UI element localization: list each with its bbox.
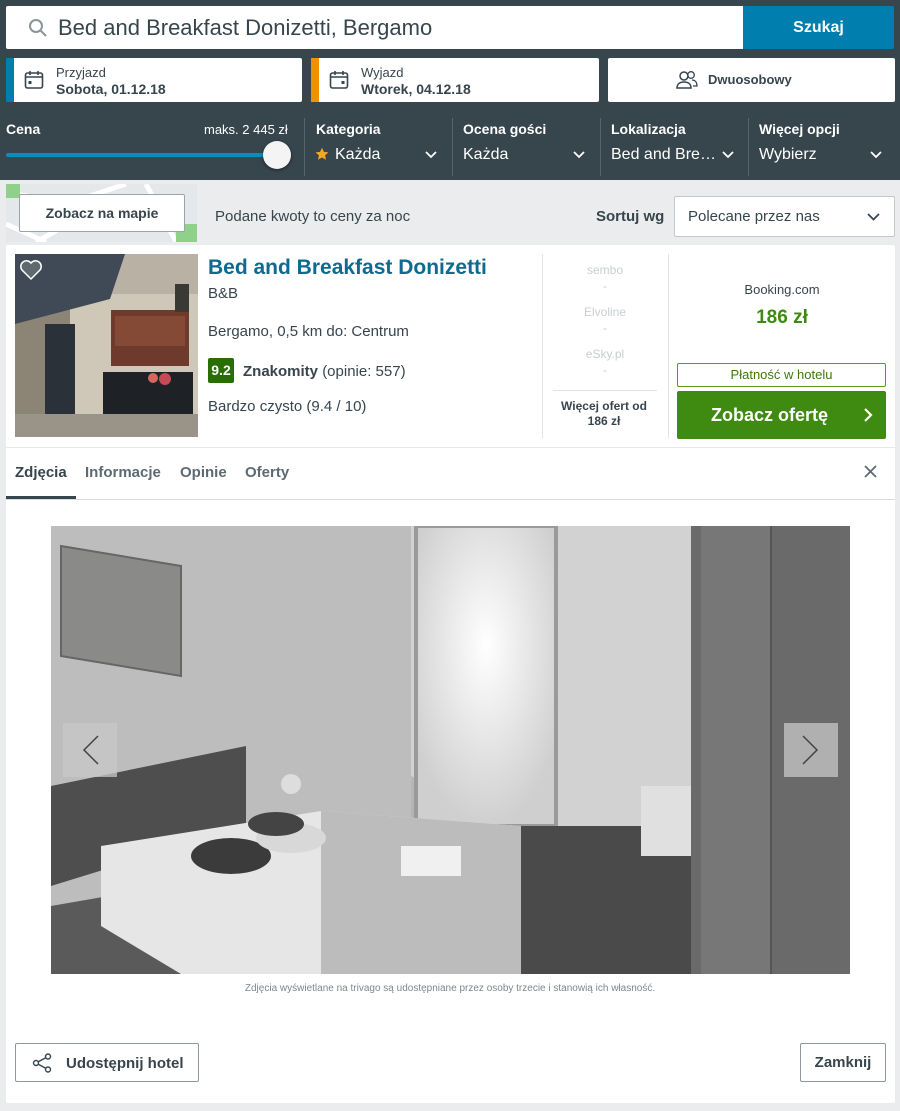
divider <box>668 254 669 438</box>
search-query: Bed and Breakfast Donizetti, Bergamo <box>58 15 433 40</box>
checkin-field[interactable]: Przyjazd Sobota, 01.12.18 <box>6 58 302 102</box>
close-icon[interactable] <box>863 464 878 479</box>
gallery-photo <box>51 526 850 974</box>
checkin-label: Przyjazd <box>56 65 106 80</box>
cleanliness-rating: Bardzo czysto (9.4 / 10) <box>208 398 367 415</box>
tab-offers[interactable]: Oferty <box>245 464 289 481</box>
rating-filter-value[interactable]: Każda <box>463 146 508 164</box>
alt-offer-price: - <box>603 321 607 335</box>
room-type-field[interactable]: Dwuosobowy <box>608 58 895 102</box>
sort-label: Sortuj wg <box>596 208 665 225</box>
sort-select[interactable]: Polecane przez nas <box>674 196 895 237</box>
checkout-accent <box>311 58 319 102</box>
price-slider-handle[interactable] <box>263 141 291 169</box>
divider <box>600 118 601 176</box>
offer-price[interactable]: 186 zł <box>678 307 886 329</box>
more-offers-link[interactable]: Więcej ofert od 186 zł <box>549 399 659 429</box>
search-input[interactable]: Bed and Breakfast Donizetti, Bergamo <box>6 6 743 49</box>
chevron-down-icon <box>573 151 585 159</box>
price-filter-label: Cena <box>6 121 41 137</box>
tab-info[interactable]: Informacje <box>85 464 161 481</box>
calendar-icon <box>24 71 44 89</box>
checkout-value: Wtorek, 04.12.18 <box>361 81 471 97</box>
rating-word: Znakomity <box>243 363 319 380</box>
divider <box>553 390 657 391</box>
alt-offer-provider[interactable]: eSky.pl <box>543 347 667 361</box>
checkin-accent <box>6 58 14 102</box>
alt-offer-provider[interactable]: sembo <box>543 263 667 277</box>
share-hotel-button[interactable]: Udostępnij hotel <box>15 1043 199 1082</box>
chevron-left-icon <box>82 735 99 765</box>
pay-at-hotel-badge: Płatność w hotelu <box>677 363 886 387</box>
view-deal-button[interactable]: Zobacz ofertę <box>677 391 886 439</box>
gallery-next-button[interactable] <box>784 723 838 777</box>
gallery-disclaimer: Zdjęcia wyświetlane na trivago są udostę… <box>244 983 656 994</box>
calendar-icon <box>329 71 349 89</box>
heart-icon[interactable] <box>19 259 43 281</box>
checkout-field[interactable]: Wyjazd Wtorek, 04.12.18 <box>311 58 599 102</box>
more-offers-price: 186 zł <box>587 414 621 428</box>
divider <box>6 447 895 448</box>
checkin-value: Sobota, 01.12.18 <box>56 81 166 97</box>
category-filter-value[interactable]: Każda <box>335 146 380 164</box>
rating-badge[interactable]: 9.2 <box>208 358 234 383</box>
alt-offer-price: - <box>603 279 607 293</box>
chevron-down-icon <box>722 151 734 159</box>
hotel-photo <box>15 254 198 437</box>
tabs-baseline <box>6 499 895 500</box>
star-icon <box>315 147 329 160</box>
active-tab-indicator <box>6 496 76 499</box>
price-max: maks. 2 445 zł <box>204 122 288 137</box>
more-filters-value[interactable]: Wybierz <box>759 146 817 164</box>
alt-offer-price: - <box>603 363 607 377</box>
chevron-down-icon <box>867 213 880 221</box>
chevron-right-icon <box>864 408 873 422</box>
view-deal-label: Zobacz ofertę <box>710 405 829 425</box>
alt-offer-provider[interactable]: Elvoline <box>543 305 667 319</box>
price-slider-track[interactable] <box>6 153 274 157</box>
more-filters-label: Więcej opcji <box>759 121 840 137</box>
photo-gallery <box>51 526 850 974</box>
more-offers-text: Więcej ofert od <box>561 399 647 413</box>
offer-provider: Booking.com <box>744 282 820 297</box>
location-filter-value[interactable]: Bed and Bre… <box>611 146 716 164</box>
location-filter-label: Lokalizacja <box>611 121 686 137</box>
show-on-map-button[interactable]: Zobacz na mapie <box>19 194 185 232</box>
search-header: Bed and Breakfast Donizetti, Bergamo Szu… <box>0 0 900 180</box>
divider <box>452 118 453 176</box>
gallery-prev-button[interactable] <box>63 723 117 777</box>
price-note: Podane kwoty to ceny za noc <box>215 208 411 225</box>
close-button[interactable]: Zamknij <box>800 1043 886 1082</box>
hotel-location[interactable]: Bergamo, 0,5 km do: Centrum <box>208 323 409 340</box>
category-filter-label: Kategoria <box>316 121 381 137</box>
chevron-right-icon <box>802 735 819 765</box>
chevron-down-icon <box>870 151 882 159</box>
sort-value: Polecane przez nas <box>688 208 820 225</box>
hotel-thumbnail[interactable] <box>15 254 198 437</box>
hotel-name[interactable]: Bed and Breakfast Donizetti <box>208 256 487 280</box>
checkout-label: Wyjazd <box>361 65 404 80</box>
search-icon <box>29 19 47 37</box>
review-count: (opinie: 557) <box>322 363 406 380</box>
share-icon <box>32 1053 52 1073</box>
hotel-type: B&B <box>208 285 239 302</box>
tab-reviews[interactable]: Opinie <box>180 464 227 481</box>
divider <box>748 118 749 176</box>
room-type-value: Dwuosobowy <box>708 72 792 87</box>
tab-photos[interactable]: Zdjęcia <box>15 464 67 481</box>
divider <box>304 118 305 176</box>
search-button[interactable]: Szukaj <box>743 6 894 49</box>
chevron-down-icon <box>425 151 437 159</box>
users-icon <box>676 71 698 89</box>
rating-text[interactable]: Znakomity (opinie: 557) <box>243 363 406 380</box>
share-hotel-label: Udostępnij hotel <box>66 1055 184 1072</box>
rating-filter-label: Ocena gości <box>463 121 547 137</box>
